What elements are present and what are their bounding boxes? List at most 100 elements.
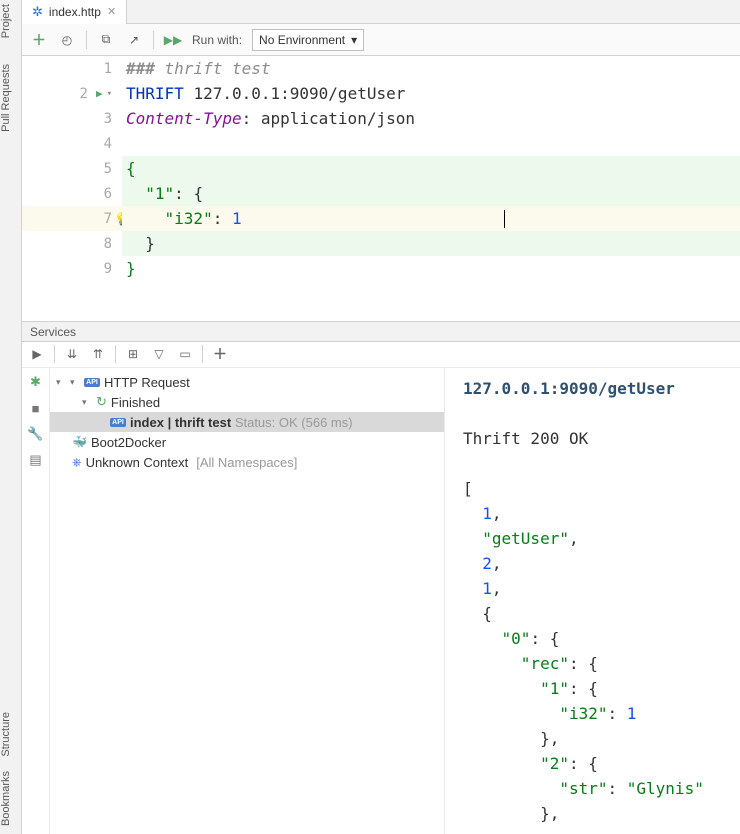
file-tab[interactable]: ✲ index.http ✕ bbox=[22, 0, 127, 24]
response-status: Thrift 200 OK bbox=[449, 426, 736, 451]
history-button[interactable]: ◴ bbox=[58, 31, 76, 49]
services-left-rail: ✱ ■ 🔧 ▤ bbox=[22, 368, 50, 834]
run-request-icon[interactable]: ▶ bbox=[96, 87, 103, 100]
run-button[interactable]: ▶ bbox=[28, 345, 46, 363]
response-line: "str": "Glynis" bbox=[449, 776, 736, 801]
add-request-button[interactable]: ＋ bbox=[30, 31, 48, 49]
services-panel-header[interactable]: Services bbox=[22, 321, 740, 342]
http-request-label: HTTP Request bbox=[104, 375, 190, 390]
text-caret bbox=[504, 210, 505, 228]
view-button[interactable]: ▭ bbox=[176, 345, 194, 363]
file-tab-label: index.http bbox=[49, 5, 101, 19]
response-line: { bbox=[449, 601, 736, 626]
gutter-line[interactable]: 9 bbox=[22, 256, 122, 281]
code-line[interactable]: "i32": 1 bbox=[122, 206, 740, 231]
expand-icon[interactable]: ▾ bbox=[82, 397, 92, 408]
rerun-icon[interactable]: ↻ bbox=[96, 394, 107, 410]
response-line: }, bbox=[449, 801, 736, 826]
bookmarks-tool-button[interactable]: Bookmarks bbox=[0, 767, 12, 830]
gutter-line[interactable]: 8 bbox=[22, 231, 122, 256]
code-line[interactable]: THRIFT 127.0.0.1:9090/getUser bbox=[122, 81, 740, 106]
environment-select[interactable]: No Environment ▾ bbox=[252, 29, 364, 51]
stop-icon[interactable]: ■ bbox=[28, 400, 44, 416]
collapse-all-button[interactable]: ⇈ bbox=[89, 345, 107, 363]
editor-tabs: ✲ index.http ✕ bbox=[22, 0, 740, 24]
response-panel[interactable]: 127.0.0.1:9090/getUser Thrift 200 OK [ 1… bbox=[444, 368, 740, 834]
tree-request-item[interactable]: API index | thrift test Status: OK (566 … bbox=[50, 412, 444, 432]
structure-label: Structure bbox=[0, 712, 12, 757]
expand-all-button[interactable]: ⇊ bbox=[63, 345, 81, 363]
code-line[interactable]: "1": { bbox=[122, 181, 740, 206]
code-line[interactable]: { bbox=[122, 156, 740, 181]
separator bbox=[153, 31, 154, 49]
gutter-line[interactable]: 5 bbox=[22, 156, 122, 181]
http-file-icon: ✲ bbox=[32, 4, 43, 20]
code-area[interactable]: ### thrift testTHRIFT 127.0.0.1:9090/get… bbox=[122, 56, 740, 321]
separator bbox=[86, 31, 87, 49]
kubernetes-icon: ⎈ bbox=[72, 455, 82, 470]
gutter-line[interactable]: 6 bbox=[22, 181, 122, 206]
services-tree[interactable]: ▾ ▾ API HTTP Request ▾ ↻ Finished API in… bbox=[50, 368, 444, 834]
code-line[interactable] bbox=[122, 131, 740, 156]
response-title: 127.0.0.1:9090/getUser bbox=[449, 376, 736, 401]
code-line[interactable]: ### thrift test bbox=[122, 56, 740, 81]
run-all-button[interactable]: ▶▶ bbox=[164, 31, 182, 49]
pull-requests-tool-button[interactable]: Pull Requests bbox=[0, 60, 12, 136]
expand-icon[interactable]: ▾ bbox=[56, 377, 66, 388]
kube-label: Unknown Context bbox=[86, 455, 189, 470]
editor-container: 12▶▾34567💡89 ### thrift testTHRIFT 127.0… bbox=[22, 56, 740, 834]
tree-kube-node[interactable]: ⎈ Unknown Context [All Namespaces] bbox=[50, 452, 444, 472]
group-button[interactable]: ⊞ bbox=[124, 345, 142, 363]
tree-finished-node[interactable]: ▾ ↻ Finished bbox=[50, 392, 444, 412]
response-line: "rec": { bbox=[449, 651, 736, 676]
structure-tool-button[interactable]: Structure bbox=[0, 708, 12, 761]
tree-http-request-node[interactable]: ▾ ▾ API HTTP Request bbox=[50, 372, 444, 392]
request-item-label: index | thrift test Status: OK (566 ms) bbox=[130, 415, 353, 430]
http-editor-toolbar: ＋ ◴ ⧉ ↗ ▶▶ Run with: No Environment ▾ bbox=[22, 24, 740, 56]
api-icon: API bbox=[84, 375, 100, 389]
separator bbox=[202, 345, 203, 363]
folder-icon[interactable] bbox=[0, 42, 22, 54]
layout-icon[interactable]: ▤ bbox=[28, 452, 44, 468]
code-line[interactable]: Content-Type: application/json bbox=[122, 106, 740, 131]
project-label: Project bbox=[0, 4, 12, 38]
code-line[interactable]: } bbox=[122, 256, 740, 281]
blank-line bbox=[449, 401, 736, 426]
services-title: Services bbox=[30, 325, 76, 339]
add-service-button[interactable]: ＋ bbox=[211, 345, 229, 363]
line-gutter: 12▶▾34567💡89 bbox=[22, 56, 122, 321]
bug-icon[interactable]: ✱ bbox=[28, 374, 44, 390]
separator bbox=[54, 345, 55, 363]
code-editor[interactable]: 12▶▾34567💡89 ### thrift testTHRIFT 127.0… bbox=[22, 56, 740, 321]
response-line: 2, bbox=[449, 551, 736, 576]
expand-icon[interactable]: ▾ bbox=[70, 377, 80, 388]
export-button[interactable]: ↗ bbox=[125, 31, 143, 49]
run-with-label: Run with: bbox=[192, 33, 242, 47]
project-tool-button[interactable]: Project bbox=[0, 0, 12, 42]
tree-docker-node[interactable]: 🐳 Boot2Docker bbox=[50, 432, 444, 452]
filter-button[interactable]: ▽ bbox=[150, 345, 168, 363]
response-line: "2": { bbox=[449, 751, 736, 776]
gutter-line[interactable]: 1 bbox=[22, 56, 122, 81]
gutter-line[interactable]: 2▶▾ bbox=[22, 81, 122, 106]
blank-line bbox=[449, 451, 736, 476]
bookmarks-label: Bookmarks bbox=[0, 771, 12, 826]
environment-selected: No Environment bbox=[259, 33, 345, 47]
chevron-down-icon: ▾ bbox=[351, 33, 357, 47]
kube-namespaces: [All Namespaces] bbox=[196, 455, 297, 470]
wrench-icon[interactable]: 🔧 bbox=[28, 426, 44, 442]
response-line: "1": { bbox=[449, 676, 736, 701]
gutter-line[interactable]: 7💡 bbox=[22, 206, 122, 231]
gutter-line[interactable]: 4 bbox=[22, 131, 122, 156]
close-tab-icon[interactable]: ✕ bbox=[107, 5, 116, 18]
chevron-down-icon[interactable]: ▾ bbox=[107, 89, 112, 99]
finished-label: Finished bbox=[111, 395, 160, 410]
gutter-line[interactable]: 3 bbox=[22, 106, 122, 131]
copy-button[interactable]: ⧉ bbox=[97, 31, 115, 49]
separator bbox=[115, 345, 116, 363]
services-body: ✱ ■ 🔧 ▤ ▾ ▾ API HTTP Request ▾ ↻ Finishe… bbox=[22, 368, 740, 834]
docker-icon: 🐳 bbox=[72, 435, 87, 449]
code-line[interactable]: } bbox=[122, 231, 740, 256]
docker-label: Boot2Docker bbox=[91, 435, 166, 450]
response-line: [ bbox=[449, 476, 736, 501]
